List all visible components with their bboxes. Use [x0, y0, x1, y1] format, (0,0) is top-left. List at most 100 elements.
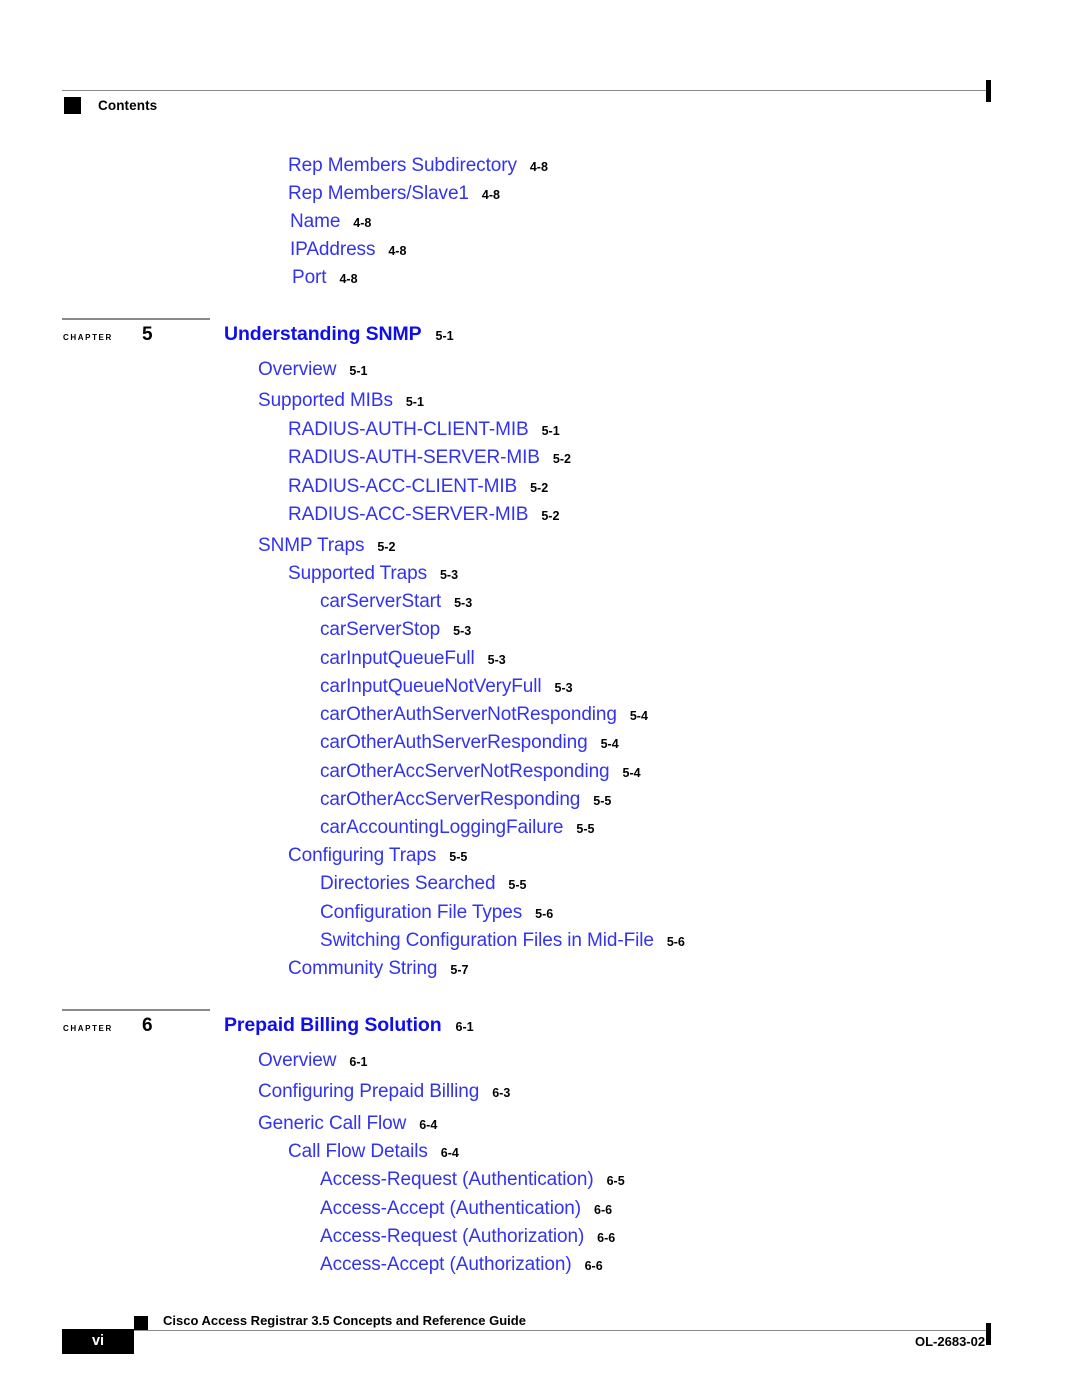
footer-guide-title: Cisco Access Registrar 3.5 Concepts and …	[163, 1313, 526, 1328]
toc-entry[interactable]: carServerStart 5-3	[320, 592, 472, 611]
toc-entry-label: Rep Members Subdirectory	[288, 155, 517, 176]
toc-entry-page-number: 5-4	[629, 709, 648, 723]
toc-entry[interactable]: Access-Accept (Authentication) 6-6	[320, 1199, 612, 1218]
toc-entry[interactable]: Rep Members/Slave1 4-8	[288, 184, 500, 203]
toc-entry-label: Port	[292, 267, 327, 288]
toc-entry[interactable]: Generic Call Flow 6-4	[258, 1114, 437, 1133]
toc-entry-page-number: 5-4	[622, 766, 641, 780]
chapter-title-label: Understanding SNMP	[224, 323, 422, 345]
toc-entry[interactable]: SNMP Traps 5-2	[258, 536, 395, 555]
header-title: Contents	[98, 98, 158, 113]
toc-entry[interactable]: Port 4-8	[292, 268, 358, 287]
toc-entry-page-number: 4-8	[481, 188, 500, 202]
toc-entry-label: carOtherAuthServerResponding	[320, 732, 588, 753]
toc-entry[interactable]: carServerStop 5-3	[320, 620, 471, 639]
chapter-label: CHAPTER	[63, 331, 113, 343]
toc-entry[interactable]: Rep Members Subdirectory 4-8	[288, 156, 548, 175]
toc-entry-label: Switching Configuration Files in Mid-Fil…	[320, 930, 654, 951]
chapter-title-entry[interactable]: Prepaid Billing Solution 6-1	[224, 1014, 474, 1036]
toc-entry-label: Overview	[258, 1050, 337, 1071]
toc-entry[interactable]: Community String 5-7	[288, 959, 468, 978]
toc-entry-label: Configuring Traps	[288, 845, 437, 866]
toc-entry[interactable]: RADIUS-AUTH-CLIENT-MIB 5-1	[288, 420, 560, 439]
toc-entry[interactable]: Name 4-8	[290, 212, 371, 231]
toc-page: Contents Rep Members Subdirectory 4-8 Rep …	[0, 0, 1080, 1397]
toc-entry-page-number: 5-1	[405, 395, 424, 409]
toc-entry-label: Access-Request (Authentication)	[320, 1169, 594, 1190]
toc-entry-page-number: 5-3	[439, 568, 459, 582]
header-divider	[62, 90, 988, 91]
toc-entry-page-number: 5-1	[349, 364, 368, 378]
toc-entry-page-number: 5-2	[552, 452, 571, 466]
toc-entry-label: carServerStop	[320, 619, 441, 640]
toc-entry-page-number: 5-4	[600, 737, 619, 751]
toc-entry-label: Supported MIBs	[258, 390, 393, 411]
toc-entry[interactable]: Access-Request (Authorization) 6-6	[320, 1227, 615, 1246]
toc-entry-label: Generic Call Flow	[258, 1113, 407, 1134]
toc-entry-page-number: 6-4	[440, 1146, 459, 1160]
chapter-number: 6	[142, 1015, 153, 1036]
toc-entry-page-number: 6-6	[597, 1231, 616, 1245]
toc-entry-label: Access-Accept (Authentication)	[320, 1198, 582, 1219]
footer-bullet-icon	[134, 1316, 148, 1330]
toc-entry-page-number: 5-1	[541, 424, 560, 438]
toc-entry[interactable]: Configuring Prepaid Billing 6-3	[258, 1082, 510, 1101]
toc-entry-page-number: 5-3	[453, 624, 472, 638]
toc-entry[interactable]: carOtherAccServerResponding 5-5	[320, 790, 611, 809]
toc-entry-label: Call Flow Details	[288, 1141, 428, 1162]
toc-entry[interactable]: carAccountingLoggingFailure 5-5	[320, 818, 594, 837]
header-rule-endcap	[986, 80, 991, 102]
toc-entry[interactable]: RADIUS-AUTH-SERVER-MIB 5-2	[288, 448, 571, 467]
toc-entry[interactable]: carOtherAccServerNotResponding 5-4	[320, 762, 641, 781]
toc-entry[interactable]: RADIUS-ACC-CLIENT-MIB 5-2	[288, 477, 548, 496]
toc-entry[interactable]: Access-Request (Authentication) 6-5	[320, 1170, 625, 1189]
toc-entry[interactable]: Configuration File Types 5-6	[320, 903, 553, 922]
toc-entry-label: SNMP Traps	[258, 535, 365, 556]
toc-entry[interactable]: carInputQueueFull 5-3	[320, 649, 506, 668]
toc-entry-page-number: 5-5	[576, 822, 595, 836]
toc-entry-page-number: 4-8	[388, 244, 407, 258]
toc-entry-page-number: 6-3	[492, 1086, 511, 1100]
toc-entry-label: IPAddress	[290, 239, 376, 260]
toc-entry[interactable]: Supported MIBs 5-1	[258, 391, 424, 410]
toc-entry-page-number: 4-8	[339, 272, 358, 286]
toc-entry-label: Access-Accept (Authorization)	[320, 1254, 572, 1275]
toc-entry-label: Supported Traps	[288, 563, 427, 584]
toc-entry[interactable]: Call Flow Details 6-4	[288, 1142, 459, 1161]
toc-entry-label: RADIUS-ACC-CLIENT-MIB	[288, 476, 518, 497]
toc-entry[interactable]: carOtherAuthServerResponding 5-4	[320, 733, 619, 752]
toc-entry[interactable]: Directories Searched 5-5	[320, 874, 527, 893]
toc-entry-page-number: 4-8	[353, 216, 372, 230]
header-bullet-icon	[64, 97, 81, 114]
toc-entry[interactable]: Supported Traps 5-3	[288, 564, 458, 583]
toc-entry-page-number: 5-5	[593, 794, 612, 808]
toc-entry[interactable]: Configuring Traps 5-5	[288, 846, 467, 865]
toc-entry-page-number: 6-6	[584, 1259, 603, 1273]
toc-entry[interactable]: carInputQueueNotVeryFull 5-3	[320, 677, 573, 696]
footer-divider	[62, 1330, 988, 1331]
footer-page-number: vi	[91, 1333, 105, 1349]
toc-entry-label: Configuration File Types	[320, 902, 523, 923]
toc-entry-label: Name	[290, 211, 341, 232]
toc-entry-label: carServerStart	[320, 591, 442, 612]
toc-entry-label: carInputQueueNotVeryFull	[320, 676, 542, 697]
toc-entry[interactable]: RADIUS-ACC-SERVER-MIB 5-2	[288, 505, 559, 524]
chapter-title-label: Prepaid Billing Solution	[224, 1014, 442, 1036]
toc-entry[interactable]: carOtherAuthServerNotResponding 5-4	[320, 705, 648, 724]
toc-entry-label: RADIUS-AUTH-CLIENT-MIB	[288, 419, 529, 440]
toc-entry[interactable]: Overview 5-1	[258, 360, 367, 379]
chapter-title-entry[interactable]: Understanding SNMP 5-1	[224, 323, 454, 345]
toc-entry-page-number: 5-3	[487, 653, 506, 667]
toc-entry[interactable]: IPAddress 4-8	[290, 240, 406, 259]
toc-entry-label: Rep Members/Slave1	[288, 183, 469, 204]
toc-entry-label: carOtherAccServerNotResponding	[320, 761, 610, 782]
toc-entry-page-number: 5-6	[535, 907, 554, 921]
toc-entry[interactable]: Switching Configuration Files in Mid-Fil…	[320, 931, 685, 950]
page-header: Contents	[0, 44, 1080, 114]
toc-entry[interactable]: Overview 6-1	[258, 1051, 367, 1070]
toc-entry-page-number: 5-3	[554, 681, 573, 695]
toc-entry[interactable]: Access-Accept (Authorization) 6-6	[320, 1255, 603, 1274]
toc-entry-label: Configuring Prepaid Billing	[258, 1081, 480, 1102]
toc-entry-label: Directories Searched	[320, 873, 496, 894]
toc-entry-page-number: 6-4	[419, 1118, 438, 1132]
